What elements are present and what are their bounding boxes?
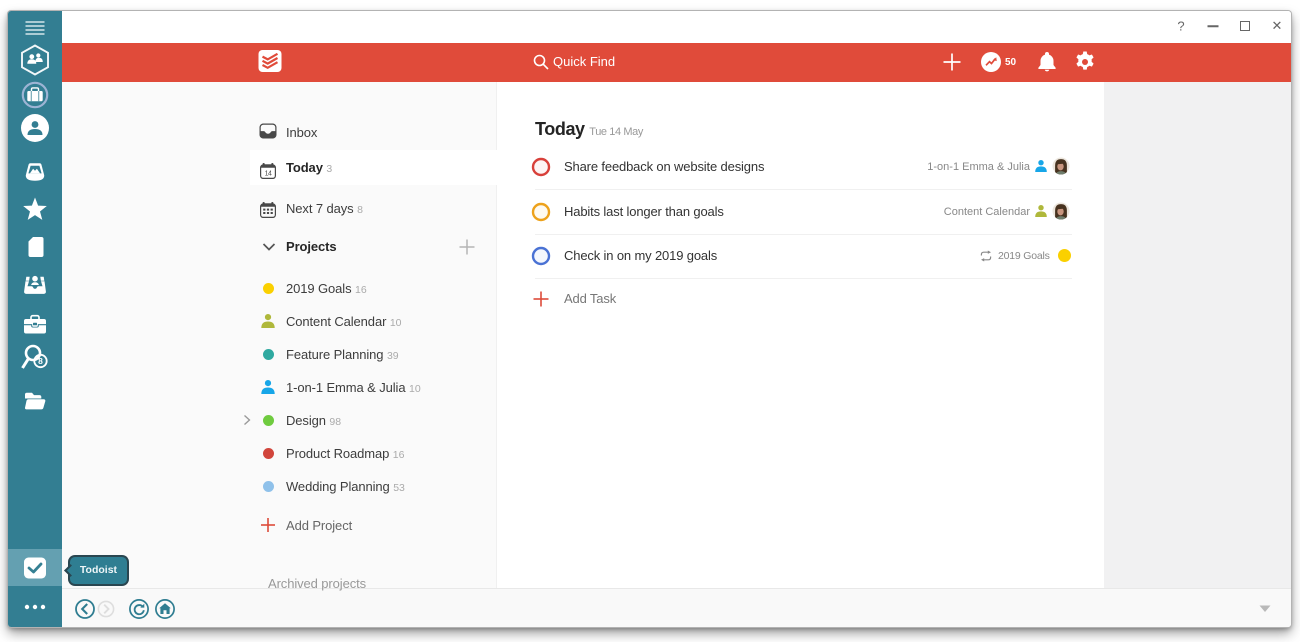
- svg-text:14: 14: [265, 170, 272, 177]
- svg-text:8: 8: [38, 356, 43, 366]
